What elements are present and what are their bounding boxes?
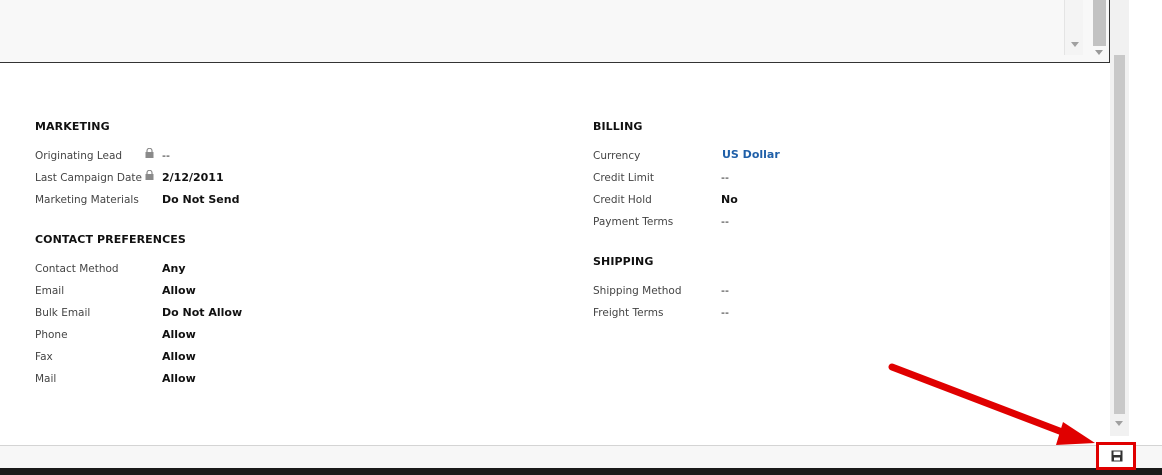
section-title-shipping: SHIPPING bbox=[593, 255, 654, 268]
label-contact-method: Contact Method bbox=[35, 263, 119, 275]
value-freight-terms[interactable]: -- bbox=[721, 306, 729, 319]
value-payment-terms[interactable]: -- bbox=[721, 215, 729, 228]
page-scrollbar-thumb[interactable] bbox=[1114, 55, 1125, 414]
value-mail[interactable]: Allow bbox=[162, 372, 196, 385]
value-marketing-materials[interactable]: Do Not Send bbox=[162, 193, 239, 206]
label-bulk-email: Bulk Email bbox=[35, 307, 91, 319]
label-phone: Phone bbox=[35, 329, 68, 341]
textarea-scroll-down-icon[interactable] bbox=[1071, 42, 1079, 47]
section-title-marketing: MARKETING bbox=[35, 120, 110, 133]
footer-bar bbox=[0, 446, 1162, 468]
value-currency-link[interactable]: US Dollar bbox=[722, 148, 780, 161]
label-mail: Mail bbox=[35, 373, 57, 385]
label-credit-limit: Credit Limit bbox=[593, 172, 654, 184]
section-title-contact-preferences: CONTACT PREFERENCES bbox=[35, 233, 186, 246]
label-email: Email bbox=[35, 285, 65, 297]
label-originating-lead: Originating Lead bbox=[35, 150, 123, 162]
label-fax: Fax bbox=[35, 351, 53, 363]
value-credit-hold[interactable]: No bbox=[721, 193, 738, 206]
textarea-scrollbar-thumb[interactable] bbox=[1093, 0, 1106, 46]
value-email[interactable]: Allow bbox=[162, 284, 196, 297]
value-phone[interactable]: Allow bbox=[162, 328, 196, 341]
value-last-campaign-date[interactable]: 2/12/2011 bbox=[162, 171, 224, 184]
lock-icon bbox=[145, 170, 154, 180]
label-currency: Currency bbox=[593, 150, 641, 162]
label-marketing-materials: Marketing Materials bbox=[35, 194, 139, 206]
label-shipping-method: Shipping Method bbox=[593, 285, 682, 297]
chevron-down-icon[interactable] bbox=[1095, 50, 1103, 55]
taskbar-strip bbox=[0, 468, 1162, 475]
label-last-campaign-date: Last Campaign Date bbox=[35, 172, 142, 184]
label-freight-terms: Freight Terms bbox=[593, 307, 664, 319]
form-page: MARKETING Originating Lead -- Last Campa… bbox=[0, 0, 1162, 475]
page-scroll-down-icon[interactable] bbox=[1115, 421, 1123, 426]
value-credit-limit[interactable]: -- bbox=[721, 171, 729, 184]
label-payment-terms: Payment Terms bbox=[593, 216, 674, 228]
annotation-arrow-icon bbox=[888, 363, 1095, 445]
value-fax[interactable]: Allow bbox=[162, 350, 196, 363]
description-textarea[interactable] bbox=[0, 0, 1110, 63]
page-scrollbar[interactable] bbox=[1110, 0, 1129, 436]
save-icon[interactable] bbox=[1111, 450, 1123, 462]
section-title-billing: BILLING bbox=[593, 120, 643, 133]
value-originating-lead[interactable]: -- bbox=[162, 149, 170, 162]
label-credit-hold: Credit Hold bbox=[593, 194, 652, 206]
value-shipping-method[interactable]: -- bbox=[721, 284, 729, 297]
lock-icon bbox=[145, 148, 154, 158]
value-bulk-email[interactable]: Do Not Allow bbox=[162, 306, 242, 319]
value-contact-method[interactable]: Any bbox=[162, 262, 186, 275]
